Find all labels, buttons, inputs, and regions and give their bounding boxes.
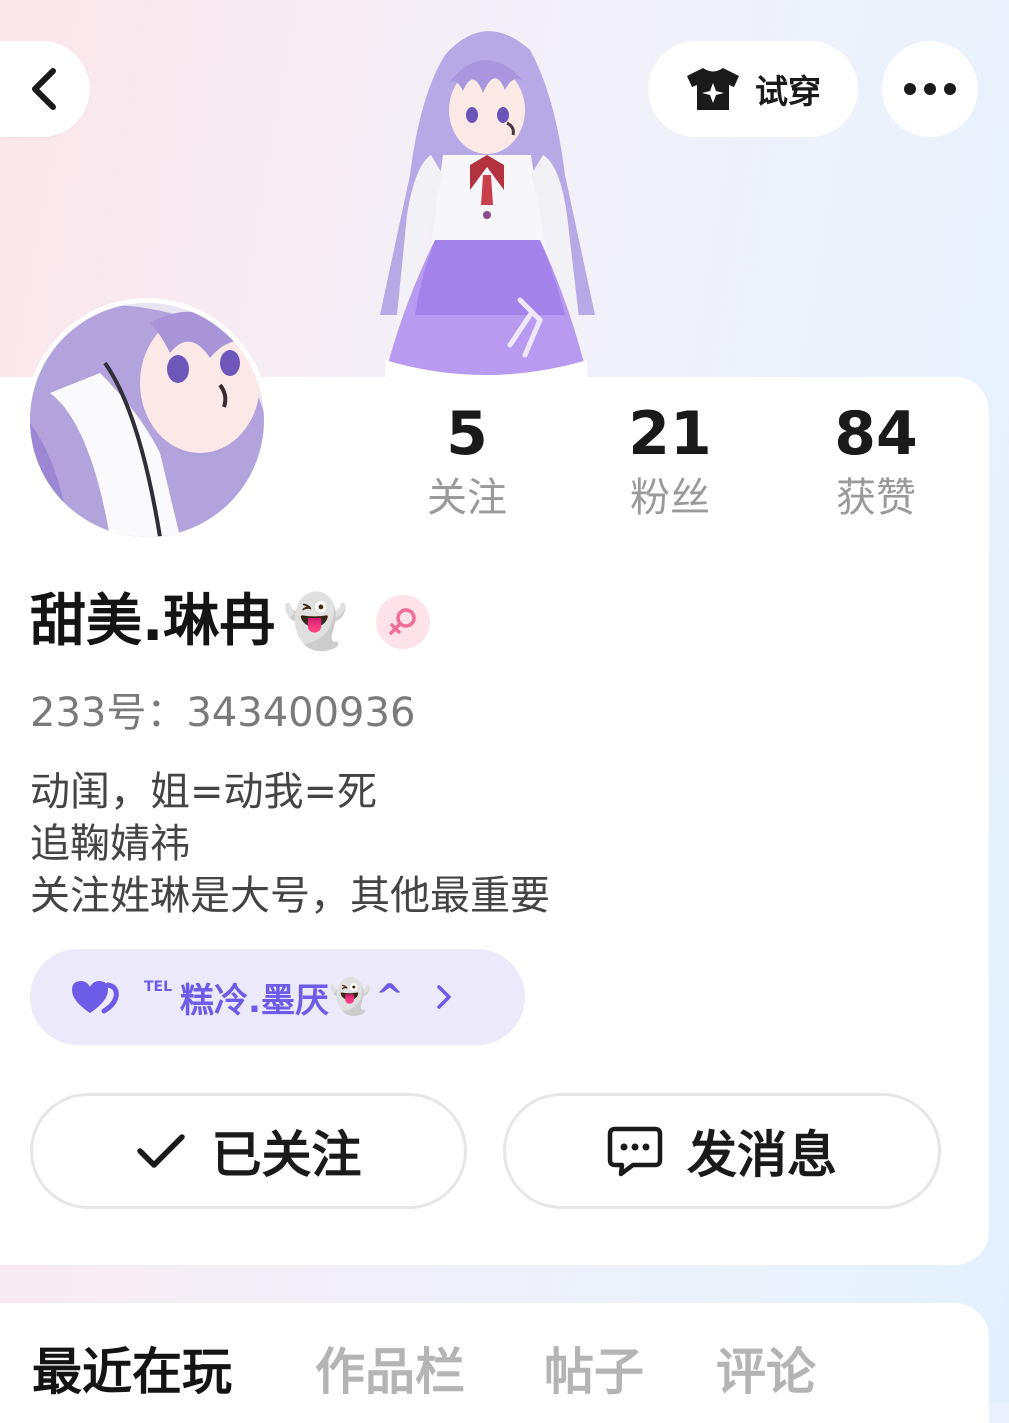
- likes-count: 84: [834, 399, 918, 469]
- following-label: 关注: [427, 475, 507, 521]
- back-button[interactable]: [0, 41, 90, 137]
- character-figure: [380, 31, 595, 380]
- more-dots-icon: [904, 83, 956, 95]
- bio: 动闺，姐=动我=死 追鞠婧祎 关注姓琳是大号，其他最重要: [30, 766, 550, 922]
- avatar[interactable]: [30, 303, 264, 537]
- username: 甜美.琳冉: [30, 589, 276, 654]
- username-row: 甜美.琳冉 👻: [30, 588, 431, 656]
- tab-posts[interactable]: 帖子: [544, 1337, 644, 1407]
- relation-prefix: TEL: [144, 979, 173, 995]
- bio-line: 关注姓琳是大号，其他最重要: [30, 873, 550, 919]
- bio-line: 追鞠婧祎: [30, 821, 190, 867]
- hearts-icon: [72, 981, 119, 1014]
- chevron-right-icon: [437, 985, 451, 1009]
- tab-works[interactable]: 作品栏: [315, 1337, 465, 1407]
- following-count: 5: [446, 399, 488, 469]
- followed-label: 已关注: [211, 1126, 362, 1184]
- content-tabs: 最近在玩 作品栏 帖子 评论: [0, 1303, 989, 1423]
- send-message-button[interactable]: 发消息: [503, 1093, 941, 1209]
- female-icon: [389, 608, 416, 635]
- try-on-label: 试穿: [755, 72, 821, 111]
- avatar-image: [30, 303, 264, 537]
- relation-suffix: ^: [375, 977, 404, 1017]
- likes-label: 获赞: [836, 475, 916, 521]
- stat-following[interactable]: 5 关注: [387, 400, 547, 522]
- relationship-chip[interactable]: TEL 糕冷.墨厌 👻 ^: [30, 949, 525, 1045]
- relation-name: 糕冷.墨厌: [180, 980, 329, 1021]
- stat-likes[interactable]: 84 获赞: [796, 400, 956, 522]
- chevron-left-icon: [32, 68, 56, 110]
- tab-comments[interactable]: 评论: [716, 1337, 816, 1407]
- try-on-button[interactable]: 试穿: [648, 41, 858, 137]
- username-emoji: 👻: [283, 592, 349, 652]
- gender-badge: [376, 595, 431, 649]
- fans-label: 粉丝: [630, 475, 710, 521]
- account-id: 233号：343400936: [30, 690, 416, 736]
- fans-count: 21: [628, 399, 712, 469]
- send-message-label: 发消息: [687, 1126, 837, 1184]
- more-button[interactable]: [882, 41, 978, 137]
- chat-bubble-icon: [607, 1126, 663, 1177]
- tab-recently-played[interactable]: 最近在玩: [32, 1337, 232, 1407]
- bio-line: 动闺，姐=动我=死: [30, 769, 378, 815]
- checkmark-icon: [136, 1134, 185, 1168]
- relation-emoji: 👻: [328, 977, 372, 1017]
- followed-button[interactable]: 已关注: [30, 1093, 467, 1209]
- tshirt-icon: [687, 68, 739, 110]
- stat-fans[interactable]: 21 粉丝: [590, 400, 750, 522]
